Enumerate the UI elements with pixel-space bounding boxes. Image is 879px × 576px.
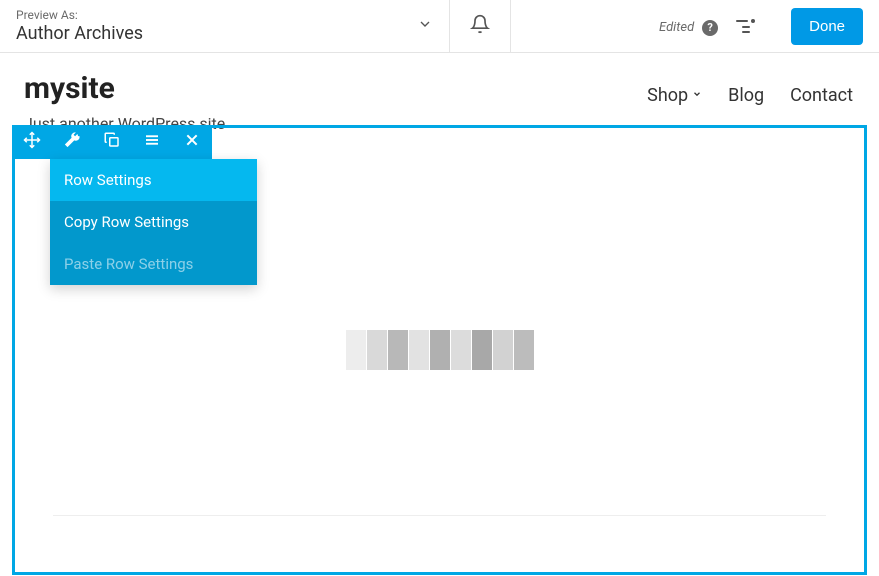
editor-canvas[interactable]: Row Settings Copy Row Settings Paste Row… [12,125,867,575]
help-icon[interactable]: ? [702,20,718,36]
remove-row-button[interactable] [172,125,212,159]
preview-label: Preview As: [16,8,143,22]
separator [53,515,826,516]
menu-row-settings[interactable]: Row Settings [50,159,257,201]
nav-item-contact[interactable]: Contact [790,85,853,106]
menu-copy-row-settings[interactable]: Copy Row Settings [50,201,257,243]
preview-value: Author Archives [16,23,143,44]
list-outline-icon [736,19,755,33]
chevron-down-icon [692,89,702,102]
nav-item-shop[interactable]: Shop [647,85,702,106]
nav-item-blog[interactable]: Blog [728,85,764,106]
copy-icon [103,131,121,153]
site-title[interactable]: mysite [24,71,115,106]
outline-panel-button[interactable] [736,19,755,33]
notifications-button[interactable] [450,0,511,52]
hamburger-icon [143,131,161,153]
bell-icon [470,14,490,38]
move-icon [23,131,41,153]
edited-status: Edited ? [659,16,718,36]
preview-as-selector[interactable]: Preview As: Author Archives [0,0,450,52]
chevron-down-icon [417,16,433,36]
top-bar: Preview As: Author Archives Edited ? Don… [0,0,879,53]
move-row-button[interactable] [12,125,52,159]
row-actions-button[interactable] [132,125,172,159]
wrench-icon [63,131,81,153]
row-settings-button[interactable] [52,125,92,159]
menu-paste-row-settings: Paste Row Settings [50,243,257,285]
redacted-content [346,330,534,370]
row-actions-menu: Row Settings Copy Row Settings Paste Row… [50,159,257,285]
row-toolbar: Row Settings Copy Row Settings Paste Row… [12,125,212,159]
duplicate-row-button[interactable] [92,125,132,159]
site-header: mysite Shop Blog Contact [0,53,879,114]
done-button[interactable]: Done [791,8,863,45]
close-icon [184,132,200,152]
site-nav: Shop Blog Contact [647,85,853,106]
